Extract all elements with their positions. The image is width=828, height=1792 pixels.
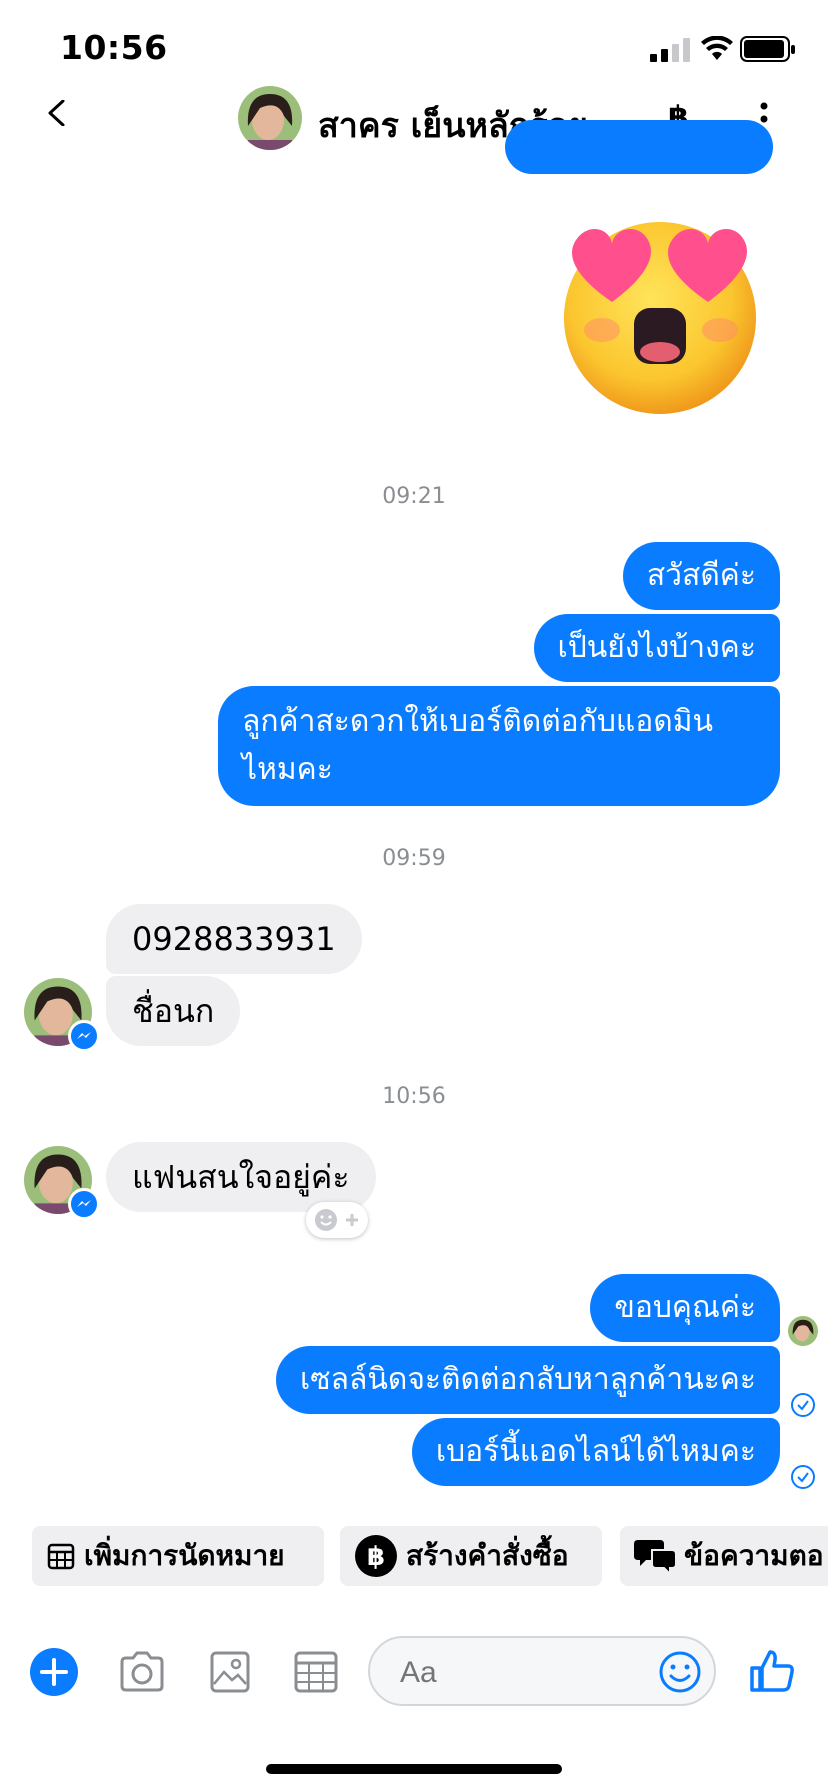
outgoing-message[interactable]: เป็นยังไงบ้างคะ — [533, 614, 780, 682]
incoming-message[interactable]: 0928833931 — [106, 904, 362, 974]
scrolled-message-bubble[interactable] — [505, 120, 773, 174]
calendar-icon — [47, 1543, 75, 1570]
add-reaction-icon — [315, 1209, 358, 1231]
home-indicator — [266, 1764, 562, 1774]
svg-text:฿: ฿ — [367, 1542, 385, 1572]
saved-replies-chip[interactable]: ข้อความตอ — [620, 1526, 828, 1586]
message-text: แฟนสนใจอยู่ค่ะ — [132, 1158, 350, 1196]
emoji-icon[interactable] — [658, 1650, 702, 1694]
wifi-icon — [701, 36, 733, 60]
add-reaction-button[interactable] — [306, 1202, 368, 1238]
message-text: เบอร์นี้แอดไลน์ได้ไหมคะ — [435, 1434, 756, 1469]
add-appointment-chip[interactable]: เพิ่มการนัดหมาย — [32, 1526, 324, 1586]
battery-icon — [740, 36, 795, 62]
chip-label: สร้างคำสั่งซื้อ — [406, 1539, 569, 1572]
incoming-message[interactable]: ชื่อนก — [106, 976, 241, 1046]
back-chevron-icon[interactable] — [44, 100, 70, 126]
messenger-badge-icon — [68, 1020, 100, 1052]
timestamp: 10:56 — [382, 1084, 446, 1109]
add-icon[interactable] — [30, 1648, 78, 1696]
contact-avatar[interactable] — [238, 86, 302, 150]
create-order-chip[interactable]: ฿ สร้างคำสั่งซื้อ — [340, 1526, 602, 1586]
status-time: 10:56 — [60, 28, 168, 67]
message-text: สวัสดีค่ะ — [646, 558, 756, 593]
message-text: ไหมคะ — [242, 752, 333, 787]
outgoing-message[interactable]: ลูกค้าสะดวกให้เบอร์ติดต่อกับแอดมิน ไหมคะ — [218, 686, 780, 806]
delivered-check-icon — [791, 1465, 815, 1489]
message-text: ลูกค้าสะดวกให้เบอร์ติดต่อกับแอดมิน — [242, 704, 714, 739]
chip-label: ข้อความตอ — [684, 1539, 824, 1572]
camera-icon[interactable] — [118, 1650, 166, 1694]
chat-bubbles-icon — [634, 1540, 677, 1576]
message-text: ขอบคุณค่ะ — [614, 1290, 756, 1325]
message-text: 0928833931 — [132, 920, 336, 958]
outgoing-message[interactable]: ขอบคุณค่ะ — [590, 1274, 780, 1342]
baht-icon: ฿ — [355, 1535, 397, 1577]
outgoing-message[interactable]: เซลล์นิดจะติดต่อกลับหาลูกค้านะคะ — [275, 1346, 780, 1414]
delivered-check-icon — [791, 1393, 815, 1417]
messenger-badge-icon — [68, 1188, 100, 1220]
outgoing-message[interactable]: เบอร์นี้แอดไลน์ได้ไหมคะ — [411, 1418, 780, 1486]
timestamp: 09:59 — [382, 846, 446, 871]
seen-avatar — [788, 1316, 818, 1346]
cellular-signal-icon — [650, 38, 690, 62]
like-thumbs-up-icon[interactable] — [748, 1646, 796, 1694]
message-text: เซลล์นิดจะติดต่อกลับหาลูกค้านะคะ — [299, 1362, 756, 1397]
message-text: เป็นยังไงบ้างคะ — [557, 630, 757, 665]
chip-label: เพิ่มการนัดหมาย — [84, 1539, 285, 1572]
timestamp: 09:21 — [382, 484, 446, 509]
message-text: ชื่อนก — [132, 992, 215, 1030]
outgoing-message[interactable]: สวัสดีค่ะ — [622, 542, 780, 610]
calendar-grid-icon[interactable] — [294, 1650, 338, 1694]
message-input[interactable] — [398, 1652, 632, 1694]
heart-eyes-emoji-sticker[interactable] — [560, 210, 768, 418]
photo-icon[interactable] — [210, 1650, 250, 1694]
message-composer[interactable] — [368, 1636, 716, 1706]
